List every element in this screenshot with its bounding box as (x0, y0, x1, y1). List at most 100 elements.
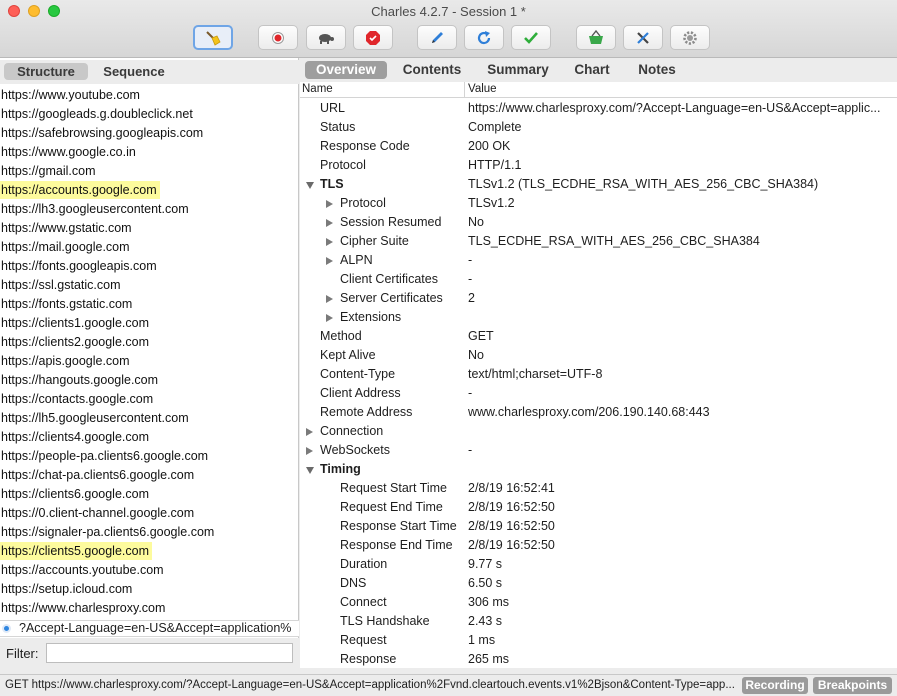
overview-row[interactable]: Status Complete (300, 118, 897, 137)
overview-row[interactable]: Content-Type text/html;charset=UTF-8 (300, 365, 897, 384)
host-item[interactable]: https://people-pa.clients6.google.com (0, 447, 211, 465)
host-item[interactable]: https://contacts.google.com (0, 390, 156, 408)
overview-row[interactable]: Protocol TLSv1.2 (300, 194, 897, 213)
overview-row[interactable]: TLS TLSv1.2 (TLS_ECDHE_RSA_WITH_AES_256_C… (300, 175, 897, 194)
row-value: 2.43 s (468, 614, 503, 628)
overview-row[interactable]: TLS Handshake 2.43 s (300, 612, 897, 631)
overview-row[interactable]: Request Start Time 2/8/19 16:52:41 (300, 479, 897, 498)
disclosure-expanded-icon[interactable] (306, 182, 314, 189)
overview-row[interactable]: Response End Time 2/8/19 16:52:50 (300, 536, 897, 555)
host-item[interactable]: https://chat-pa.clients6.google.com (0, 466, 197, 484)
overview-row[interactable]: DNS 6.50 s (300, 574, 897, 593)
host-item[interactable]: https://lh5.googleusercontent.com (0, 409, 192, 427)
host-item[interactable]: https://clients4.google.com (0, 428, 152, 446)
disclosure-collapsed-icon[interactable] (306, 428, 313, 436)
tab-chart[interactable]: Chart (569, 61, 615, 79)
overview-row[interactable]: Client Address - (300, 384, 897, 403)
overview-row[interactable]: Request End Time 2/8/19 16:52:50 (300, 498, 897, 517)
row-name: Extensions (340, 310, 402, 324)
compose-button[interactable] (417, 25, 457, 50)
disclosure-collapsed-icon[interactable] (326, 200, 333, 208)
status-request-url: GET https://www.charlesproxy.com/?Accept… (5, 679, 735, 691)
record-button[interactable] (258, 25, 298, 50)
row-name: TLS Handshake (340, 614, 430, 628)
host-item[interactable]: https://accounts.google.com (0, 181, 160, 199)
overview-row[interactable]: Connect 306 ms (300, 593, 897, 612)
host-item[interactable]: https://apis.google.com (0, 352, 133, 370)
tools-button[interactable] (623, 25, 663, 50)
recording-button[interactable]: Recording (742, 677, 808, 694)
host-item[interactable]: https://accounts.youtube.com (0, 561, 167, 579)
overview-row[interactable]: WebSockets - (300, 441, 897, 460)
tab-summary[interactable]: Summary (481, 61, 555, 79)
tab-notes[interactable]: Notes (631, 61, 683, 79)
disclosure-collapsed-icon[interactable] (326, 257, 333, 265)
validate-button[interactable] (511, 25, 551, 50)
name-column-header[interactable]: Name (302, 83, 333, 95)
host-item[interactable]: https://ssl.gstatic.com (0, 276, 123, 294)
overview-row[interactable]: Response Start Time 2/8/19 16:52:50 (300, 517, 897, 536)
selected-request-row[interactable]: ?Accept-Language=en-US&Accept=applicatio… (0, 620, 299, 637)
overview-row[interactable]: Response Code 200 OK (300, 137, 897, 156)
disclosure-collapsed-icon[interactable] (326, 219, 333, 227)
overview-row[interactable]: Extensions (300, 308, 897, 327)
tab-sequence[interactable]: Sequence (92, 63, 176, 80)
host-item[interactable]: https://signaler-pa.clients6.google.com (0, 523, 217, 541)
overview-row[interactable]: Method GET (300, 327, 897, 346)
disclosure-collapsed-icon[interactable] (306, 447, 313, 455)
overview-row[interactable]: URL https://www.charlesproxy.com/?Accept-… (300, 99, 897, 118)
host-item[interactable]: https://googleads.g.doubleclick.net (0, 105, 196, 123)
column-divider[interactable] (464, 82, 465, 98)
host-item[interactable]: https://www.google.co.in (0, 143, 139, 161)
overview-row[interactable]: Request 1 ms (300, 631, 897, 650)
throttle-button[interactable] (306, 25, 346, 50)
host-item[interactable]: https://clients2.google.com (0, 333, 152, 351)
host-item[interactable]: https://clients1.google.com (0, 314, 152, 332)
host-item[interactable]: https://setup.icloud.com (0, 580, 135, 598)
overview-row[interactable]: Kept Alive No (300, 346, 897, 365)
overview-row[interactable]: Session Resumed No (300, 213, 897, 232)
basket-button[interactable] (576, 25, 616, 50)
clear-session-button[interactable] (193, 25, 233, 50)
overview-row[interactable]: Remote Address www.charlesproxy.com/206.1… (300, 403, 897, 422)
tab-overview[interactable]: Overview (305, 61, 387, 79)
tab-structure[interactable]: Structure (4, 63, 88, 80)
disclosure-collapsed-icon[interactable] (326, 238, 333, 246)
overview-row[interactable]: Duration 9.77 s (300, 555, 897, 574)
repeat-button[interactable] (464, 25, 504, 50)
settings-button[interactable] (670, 25, 710, 50)
host-item[interactable]: https://www.youtube.com (0, 86, 143, 104)
overview-row[interactable]: Protocol HTTP/1.1 (300, 156, 897, 175)
tab-contents[interactable]: Contents (397, 61, 467, 79)
breakpoints-button[interactable] (353, 25, 393, 50)
filter-input[interactable] (46, 643, 293, 663)
overview-row[interactable]: ALPN - (300, 251, 897, 270)
host-item[interactable]: https://gmail.com (0, 162, 98, 180)
row-value: 9.77 s (468, 557, 503, 571)
host-list[interactable]: https://www.youtube.com https://googleads… (0, 86, 299, 620)
value-column-header[interactable]: Value (468, 83, 497, 95)
host-item[interactable]: https://0.client-channel.google.com (0, 504, 197, 522)
overview-row[interactable]: Cipher Suite TLS_ECDHE_RSA_WITH_AES_256_C… (300, 232, 897, 251)
host-item[interactable]: https://clients6.google.com (0, 485, 152, 503)
host-item[interactable]: https://safebrowsing.googleapis.com (0, 124, 206, 142)
host-item[interactable]: https://mail.google.com (0, 238, 133, 256)
row-value: 306 ms (468, 595, 509, 609)
host-item[interactable]: https://www.charlesproxy.com (0, 599, 168, 617)
host-item[interactable]: https://lh3.googleusercontent.com (0, 200, 192, 218)
overview-row[interactable]: Connection (300, 422, 897, 441)
host-item[interactable]: https://hangouts.google.com (0, 371, 161, 389)
disclosure-collapsed-icon[interactable] (326, 314, 333, 322)
host-item[interactable]: https://fonts.googleapis.com (0, 257, 160, 275)
overview-row[interactable]: Server Certificates 2 (300, 289, 897, 308)
host-item[interactable]: https://www.gstatic.com (0, 219, 135, 237)
disclosure-expanded-icon[interactable] (306, 467, 314, 474)
overview-row[interactable]: Client Certificates - (300, 270, 897, 289)
row-name: Timing (320, 462, 361, 476)
overview-row[interactable]: Timing (300, 460, 897, 479)
disclosure-collapsed-icon[interactable] (326, 295, 333, 303)
overview-row[interactable]: Response 265 ms (300, 650, 897, 668)
host-item[interactable]: https://clients5.google.com (0, 542, 152, 560)
breakpoints-status-button[interactable]: Breakpoints (813, 677, 892, 694)
host-item[interactable]: https://fonts.gstatic.com (0, 295, 135, 313)
